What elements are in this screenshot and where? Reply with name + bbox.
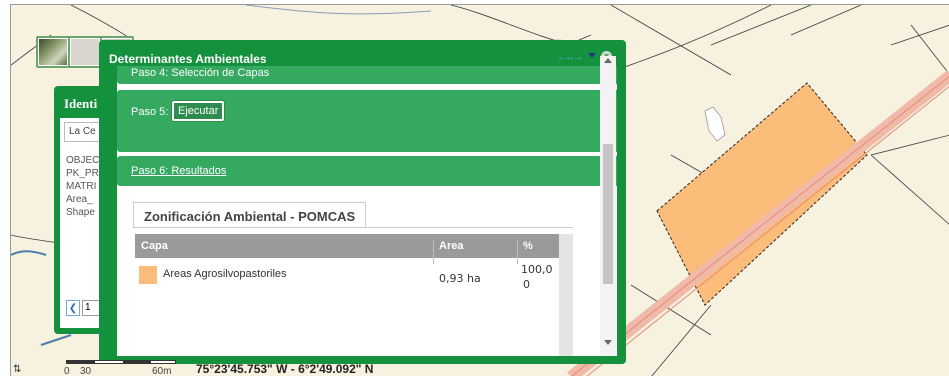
legend-swatch — [139, 266, 157, 284]
scale-bar — [66, 360, 176, 364]
cell-pct-wrap: 0 — [523, 278, 530, 291]
column-header-capa[interactable]: Capa — [141, 240, 168, 252]
scroll-down-icon[interactable] — [604, 340, 612, 345]
arrows-icon[interactable]: ⇅ — [13, 364, 21, 375]
cell-area: 0,93 ha — [439, 272, 481, 285]
results-table: Capa Area % Areas Agrosilvopastoriles 0,… — [135, 234, 575, 356]
scale-label: 0 — [64, 366, 70, 376]
attr-label: Area_ — [66, 194, 93, 205]
basemap-thumb-gray[interactable] — [70, 38, 100, 66]
cell-pct: 100,0 — [521, 263, 553, 276]
scale-label: 60m — [152, 366, 172, 376]
step-6-header[interactable]: Paso 6: Resultados — [117, 156, 617, 186]
table-row[interactable]: Areas Agrosilvopastoriles 0,93 ha 100,0 … — [135, 260, 573, 294]
scale-segment — [67, 361, 95, 363]
scrollbar-thumb[interactable] — [603, 144, 613, 284]
step-6-label[interactable]: Paso 6: Resultados — [131, 165, 226, 177]
tab-zonificacion[interactable]: Zonificación Ambiental - POMCAS — [133, 202, 367, 228]
minimize-icon[interactable] — [588, 53, 596, 58]
step-5-panel: Paso 5: Ejecutar — [117, 90, 617, 152]
identify-attributes: OBJEC PK_PR MATRI Area_ Shape — [66, 154, 99, 219]
attr-label: Shape — [66, 207, 95, 218]
widget-content: Paso 4: Selección de Capas Paso 5: Ejecu… — [117, 66, 617, 356]
identify-title: Identi — [64, 96, 98, 111]
scale-segment — [123, 361, 151, 363]
basemap-thumb-satellite[interactable] — [38, 38, 68, 66]
column-header-area[interactable]: Area — [439, 240, 463, 252]
widget-title: Determinantes Ambientales — [109, 52, 267, 66]
chevron-left-icon[interactable]: ❮ — [66, 300, 80, 316]
execute-button[interactable]: Ejecutar — [172, 101, 225, 121]
step-5-label: Paso 5: — [131, 106, 169, 118]
widget-scrollbar[interactable] — [600, 56, 616, 356]
result-polygon — [656, 82, 868, 306]
identify-pagination: ❮ 1 — [66, 300, 102, 316]
scale-label: 30 — [80, 366, 92, 376]
attr-label: OBJEC — [66, 155, 100, 166]
table-header: Capa Area % — [135, 234, 573, 264]
cell-capa: Areas Agrosilvopastoriles — [163, 268, 287, 280]
tab-divider — [133, 227, 573, 228]
table-scrollbar[interactable] — [559, 234, 573, 356]
step-4-header[interactable]: Paso 4: Selección de Capas — [117, 66, 617, 84]
coordinates-readout: 75°23'45.753" W - 6°2'49.092" N — [196, 362, 374, 376]
drag-arrows-icon[interactable]: ←↔→ — [557, 52, 583, 63]
attr-label: PK_PR — [66, 168, 99, 179]
attr-label: MATRI — [66, 181, 97, 192]
step-4-label: Paso 4: Selección de Capas — [131, 67, 270, 79]
column-header-pct[interactable]: % — [523, 240, 533, 252]
scroll-up-icon[interactable] — [604, 58, 612, 63]
